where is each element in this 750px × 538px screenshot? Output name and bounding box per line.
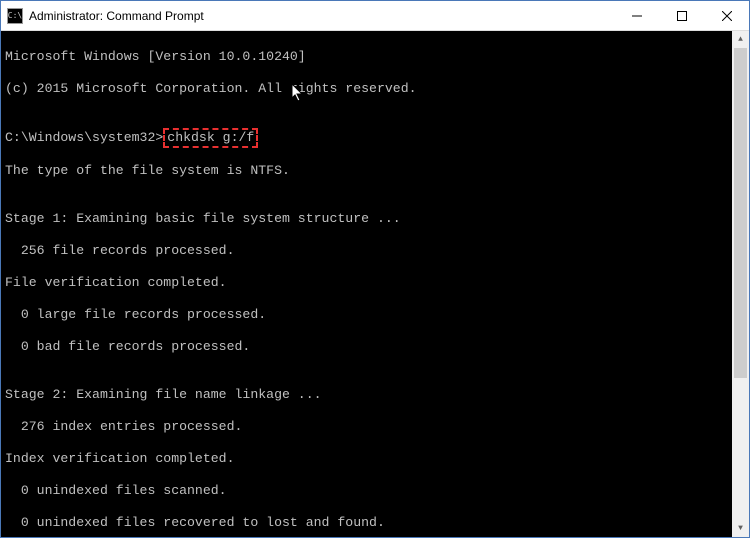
window-title: Administrator: Command Prompt [29,9,614,23]
scroll-track[interactable] [732,48,749,520]
maximize-button[interactable] [659,1,704,30]
output-line: Stage 1: Examining basic file system str… [5,211,745,227]
output-line: The type of the file system is NTFS. [5,163,745,179]
cmd-icon: C:\ [7,8,23,24]
close-icon [722,11,732,21]
output-line: Microsoft Windows [Version 10.0.10240] [5,49,745,65]
scroll-up-button[interactable]: ▲ [732,31,749,48]
output-line: Index verification completed. [5,451,745,467]
minimize-button[interactable] [614,1,659,30]
output-line: 276 index entries processed. [5,419,745,435]
command-prompt-window: C:\ Administrator: Command Prompt Micros… [0,0,750,538]
command-highlight: chkdsk g:/f [163,128,258,148]
output-line: 256 file records processed. [5,243,745,259]
minimize-icon [632,11,642,21]
output-line: 0 large file records processed. [5,307,745,323]
close-button[interactable] [704,1,749,30]
maximize-icon [677,11,687,21]
titlebar[interactable]: C:\ Administrator: Command Prompt [1,1,749,31]
prompt-text: C:\Windows\system32> [5,130,163,145]
window-controls [614,1,749,30]
output-line: Stage 2: Examining file name linkage ... [5,387,745,403]
output-line: (c) 2015 Microsoft Corporation. All righ… [5,81,745,97]
prompt-line: C:\Windows\system32>chkdsk g:/f [5,129,745,147]
vertical-scrollbar[interactable]: ▲ ▼ [732,31,749,537]
terminal-output[interactable]: Microsoft Windows [Version 10.0.10240] (… [1,31,749,537]
scroll-thumb[interactable] [734,48,747,378]
output-line: 0 unindexed files scanned. [5,483,745,499]
output-line: File verification completed. [5,275,745,291]
output-line: 0 unindexed files recovered to lost and … [5,515,745,531]
output-line: 0 bad file records processed. [5,339,745,355]
scroll-down-button[interactable]: ▼ [732,520,749,537]
